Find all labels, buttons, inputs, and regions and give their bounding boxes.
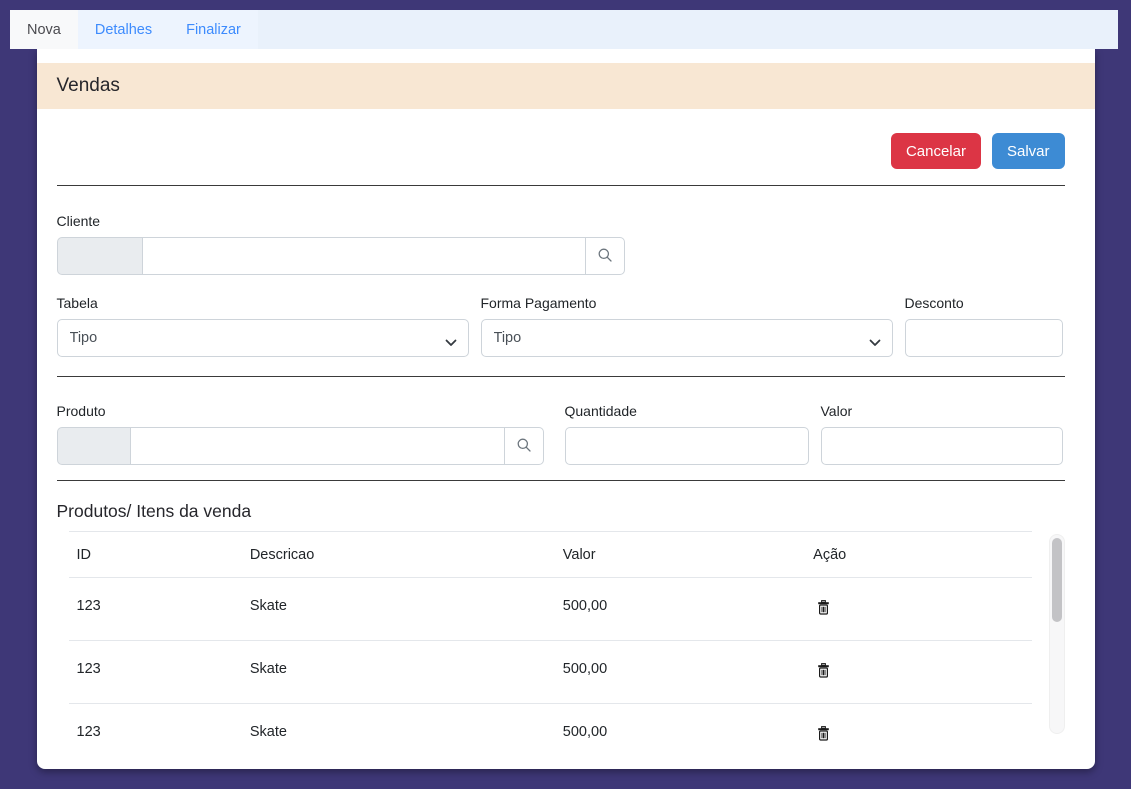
tab-bar: Nova Detalhes Finalizar [10, 10, 1118, 49]
cliente-search-button[interactable] [585, 237, 625, 275]
cell-descricao: Skate [242, 578, 555, 641]
forma-pagamento-field-block: Forma Pagamento Tipo [481, 295, 893, 357]
column-header-descricao: Descricao [242, 532, 555, 578]
produto-label: Produto [57, 403, 544, 419]
delete-item-button[interactable] [813, 598, 834, 620]
table-scrollbar-thumb[interactable] [1052, 538, 1062, 622]
page-title: Vendas [37, 63, 1095, 109]
cell-id: 123 [69, 578, 242, 641]
tabela-field-block: Tabela Tipo [57, 295, 469, 357]
tabela-select[interactable]: Tipo [57, 319, 469, 357]
tabela-select-wrap: Tipo [57, 319, 469, 357]
cell-id: 123 [69, 704, 242, 742]
divider [57, 376, 1065, 377]
product-row: Produto Quantidade [57, 403, 1065, 465]
delete-item-button[interactable] [813, 661, 834, 683]
cell-id: 123 [69, 641, 242, 704]
produto-name-field[interactable] [130, 427, 505, 465]
items-section-title: Produtos/ Itens da venda [57, 501, 1065, 522]
forma-pagamento-select-wrap: Tipo [481, 319, 893, 357]
cliente-code-field[interactable] [57, 237, 142, 275]
table-header-row: ID Descricao Valor Ação [69, 532, 1032, 578]
search-icon [516, 437, 532, 456]
forma-pagamento-select[interactable]: Tipo [481, 319, 893, 357]
tabela-label: Tabela [57, 295, 469, 311]
table-row: 123 Skate 500,00 [69, 704, 1032, 742]
table-scrollbar[interactable] [1049, 534, 1065, 734]
column-header-acao: Ação [805, 532, 1031, 578]
table-row: 123 Skate 500,00 [69, 641, 1032, 704]
cliente-input-group [57, 237, 625, 275]
tab-nova[interactable]: Nova [10, 10, 78, 49]
cell-valor: 500,00 [555, 704, 805, 742]
cell-acao [805, 578, 1031, 641]
divider [57, 185, 1065, 186]
quantidade-field-block: Quantidade [565, 403, 809, 465]
produto-input-group [57, 427, 544, 465]
form-content: Cancelar Salvar Cliente [37, 109, 1095, 741]
trash-icon [817, 729, 830, 741]
valor-label: Valor [821, 403, 1063, 419]
valor-field-block: Valor [821, 403, 1063, 465]
cancel-button[interactable]: Cancelar [891, 133, 981, 169]
tabbar-filler [258, 10, 1118, 49]
search-icon [597, 247, 613, 266]
cell-valor: 500,00 [555, 578, 805, 641]
produto-field-block: Produto [57, 403, 544, 465]
cliente-label: Cliente [57, 213, 1065, 229]
cell-valor: 500,00 [555, 641, 805, 704]
items-table-container: ID Descricao Valor Ação 123 Skate 500,00 [69, 531, 1065, 741]
items-table: ID Descricao Valor Ação 123 Skate 500,00 [69, 531, 1032, 741]
form-actions: Cancelar Salvar [57, 109, 1065, 169]
trash-icon [817, 603, 830, 618]
tab-detalhes[interactable]: Detalhes [78, 10, 169, 49]
desconto-label: Desconto [905, 295, 1063, 311]
cell-acao [805, 641, 1031, 704]
cliente-name-field[interactable] [142, 237, 586, 275]
produto-search-button[interactable] [504, 427, 544, 465]
cell-descricao: Skate [242, 641, 555, 704]
quantidade-field[interactable] [565, 427, 809, 465]
valor-field[interactable] [821, 427, 1063, 465]
forma-pagamento-label: Forma Pagamento [481, 295, 893, 311]
column-header-id: ID [69, 532, 242, 578]
payment-row: Tabela Tipo Forma Pagamento Tip [57, 295, 1065, 357]
tab-finalizar[interactable]: Finalizar [169, 10, 258, 49]
desconto-field-block: Desconto [905, 295, 1063, 357]
quantidade-label: Quantidade [565, 403, 809, 419]
save-button[interactable]: Salvar [992, 133, 1065, 169]
sale-form-card: Vendas Cancelar Salvar Cliente [37, 49, 1095, 769]
desconto-field[interactable] [905, 319, 1063, 357]
delete-item-button[interactable] [813, 724, 834, 741]
table-row: 123 Skate 500,00 [69, 578, 1032, 641]
divider [57, 480, 1065, 481]
cliente-field-block: Cliente [57, 213, 1065, 275]
cell-descricao: Skate [242, 704, 555, 742]
trash-icon [817, 666, 830, 681]
cell-acao [805, 704, 1031, 742]
column-header-valor: Valor [555, 532, 805, 578]
produto-code-field[interactable] [57, 427, 130, 465]
